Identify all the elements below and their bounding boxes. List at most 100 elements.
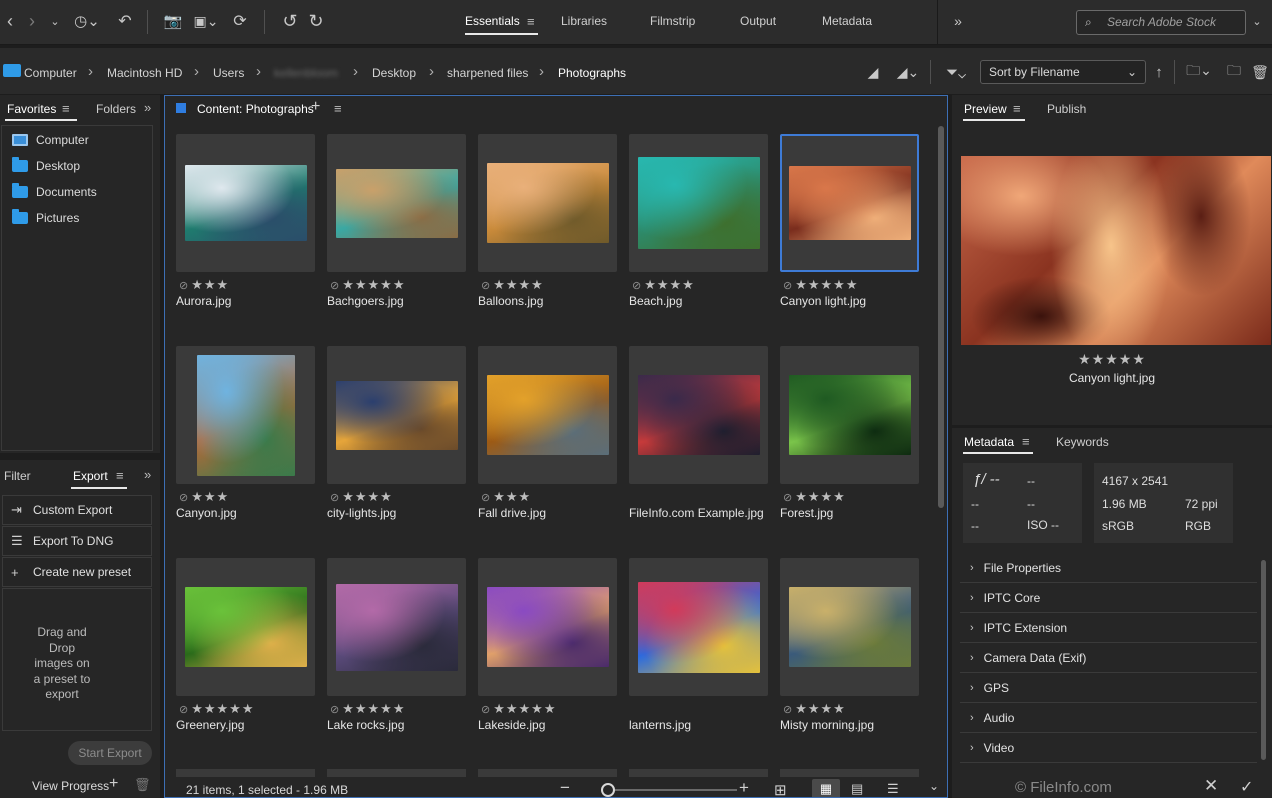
view-list-icon[interactable]: ☰ bbox=[887, 781, 899, 797]
thumbnail-image[interactable] bbox=[335, 168, 458, 238]
breadcrumb-computer[interactable]: Computer bbox=[24, 66, 77, 80]
thumbnail-image[interactable] bbox=[788, 587, 911, 667]
thumbnail-image[interactable] bbox=[637, 581, 760, 673]
thumbnail-image[interactable] bbox=[486, 587, 609, 667]
zoom-out-icon[interactable]: − bbox=[560, 778, 570, 797]
boomerang-icon[interactable]: ↶ bbox=[116, 10, 134, 32]
rating-stars[interactable]: ⊘ ★★★★★ bbox=[330, 277, 406, 293]
reject-icon[interactable]: ⊘ bbox=[783, 279, 793, 292]
tab-publish[interactable]: Publish bbox=[1047, 102, 1086, 116]
star-icons[interactable]: ★★★★ bbox=[795, 489, 846, 505]
reject-icon[interactable]: ⊘ bbox=[330, 491, 340, 504]
star-icons[interactable]: ★★★★★ bbox=[795, 277, 858, 293]
thumbnail-frame[interactable] bbox=[780, 558, 919, 696]
tab-filmstrip[interactable]: Filmstrip bbox=[650, 14, 695, 28]
star-icons[interactable]: ★★★★ bbox=[342, 489, 393, 505]
start-export-button[interactable]: Start Export bbox=[68, 741, 152, 765]
breadcrumb-macintosh-hd[interactable]: Macintosh HD bbox=[107, 66, 182, 80]
breadcrumb-sharpened-files[interactable]: sharpened files bbox=[447, 66, 528, 80]
thumbnail-image[interactable] bbox=[788, 375, 911, 455]
favorite-documents[interactable]: Documents bbox=[12, 182, 97, 202]
tab-output[interactable]: Output bbox=[740, 14, 776, 28]
export-drop-zone[interactable]: Drag and Drop images on a preset to expo… bbox=[2, 588, 152, 731]
sort-dropdown[interactable]: Sort by Filename ⌄ bbox=[980, 60, 1146, 84]
recent-history-icon[interactable]: ◷⌄ bbox=[70, 10, 104, 32]
metadata-section[interactable]: › Video bbox=[960, 733, 1257, 763]
panel-menu-icon[interactable]: ≡ bbox=[1022, 434, 1030, 449]
star-icons[interactable]: ★★★★★ bbox=[342, 701, 405, 717]
view-details-icon[interactable]: ▤ bbox=[851, 781, 863, 797]
thumbnail-image[interactable] bbox=[335, 380, 458, 450]
back-icon[interactable]: ‹ bbox=[2, 10, 18, 32]
metadata-section[interactable]: › GPS bbox=[960, 673, 1257, 703]
thumbnail-frame[interactable] bbox=[478, 134, 617, 272]
camera-download-icon[interactable]: 📷 bbox=[162, 10, 184, 32]
rating-stars[interactable]: ⊘ ★★★ bbox=[179, 277, 229, 293]
metadata-section[interactable]: › IPTC Extension bbox=[960, 613, 1257, 643]
trash-icon[interactable]: 🗑 bbox=[134, 777, 151, 793]
favorite-computer[interactable]: Computer bbox=[12, 130, 89, 150]
reject-icon[interactable]: ⊘ bbox=[179, 279, 189, 292]
rating-stars[interactable]: ⊘ ★★★ bbox=[481, 489, 531, 505]
thumbnail-frame[interactable] bbox=[176, 558, 315, 696]
reject-icon[interactable]: ⊘ bbox=[783, 491, 793, 504]
thumbnail-frame[interactable] bbox=[780, 346, 919, 484]
new-tab-icon[interactable]: + bbox=[311, 98, 320, 116]
open-recent-folder-icon[interactable]: 🗀⌄ bbox=[1182, 61, 1216, 83]
star-icons[interactable]: ★★★★★ bbox=[493, 701, 556, 717]
thumbnail-frame[interactable] bbox=[478, 558, 617, 696]
star-icons[interactable]: ★★★★ bbox=[644, 277, 695, 293]
panel-menu-icon[interactable]: ≡ bbox=[116, 468, 124, 483]
thumbnail-frame[interactable] bbox=[327, 134, 466, 272]
grid-lock-icon[interactable]: ⊞ bbox=[774, 781, 787, 797]
custom-export-item[interactable]: ⇥ Custom Export bbox=[2, 495, 152, 525]
collapse-panel-icon[interactable]: » bbox=[144, 467, 151, 482]
tab-keywords[interactable]: Keywords bbox=[1056, 435, 1109, 449]
create-preset-item[interactable]: + Create new preset bbox=[2, 557, 152, 587]
thumbnail-image[interactable] bbox=[788, 166, 911, 240]
metadata-scrollbar[interactable] bbox=[1261, 560, 1266, 760]
tab-libraries[interactable]: Libraries bbox=[561, 14, 607, 28]
thumbnail-frame[interactable] bbox=[176, 134, 315, 272]
forward-icon[interactable]: › bbox=[24, 10, 40, 32]
breadcrumb-users[interactable]: Users bbox=[213, 66, 244, 80]
reject-icon[interactable]: ⊘ bbox=[179, 491, 189, 504]
thumbnail-image[interactable] bbox=[184, 587, 307, 667]
thumbnail-image[interactable] bbox=[486, 163, 609, 243]
reject-icon[interactable]: ⊘ bbox=[481, 491, 491, 504]
thumbnail-quality-icon[interactable]: ◢⌄ bbox=[893, 61, 923, 83]
breadcrumb-desktop[interactable]: Desktop bbox=[372, 66, 416, 80]
thumbnail-frame[interactable] bbox=[327, 346, 466, 484]
metadata-section[interactable]: › Camera Data (Exif) bbox=[960, 643, 1257, 673]
thumbnail-frame[interactable] bbox=[629, 134, 768, 272]
star-icons[interactable]: ★★★★★ bbox=[191, 701, 254, 717]
view-progress-link[interactable]: View Progress bbox=[32, 779, 109, 793]
thumbnail-image[interactable] bbox=[196, 354, 295, 476]
view-options-chevron-icon[interactable]: ⌄ bbox=[929, 779, 939, 793]
chevron-down-icon[interactable]: ⌄ bbox=[48, 10, 62, 32]
breadcrumb-photographs[interactable]: Photographs bbox=[558, 66, 626, 80]
add-icon[interactable]: + bbox=[109, 775, 118, 793]
creative-cloud-sync-icon[interactable]: ⟳ bbox=[230, 10, 250, 32]
rating-stars[interactable]: ⊘ ★★★ bbox=[179, 489, 229, 505]
refine-icon[interactable]: ▣⌄ bbox=[190, 10, 222, 32]
star-icons[interactable]: ★★★★ bbox=[795, 701, 846, 717]
stock-search-input[interactable]: ⌕ Search Adobe Stock bbox=[1076, 10, 1246, 35]
rating-stars[interactable]: ⊘ ★★★★★ bbox=[783, 277, 859, 293]
rating-stars[interactable]: ⊘ ★★★★★ bbox=[179, 701, 255, 717]
rating-stars[interactable]: ⊘ ★★★★ bbox=[481, 277, 544, 293]
rating-stars[interactable]: ⊘ ★★★★★ bbox=[481, 701, 557, 717]
favorite-desktop[interactable]: Desktop bbox=[12, 156, 80, 176]
thumbnail-size-slider[interactable] bbox=[601, 789, 737, 791]
sort-ascending-icon[interactable]: ↑ bbox=[1152, 61, 1166, 83]
slider-handle[interactable] bbox=[601, 783, 615, 797]
star-icons[interactable]: ★★★★★ bbox=[342, 277, 405, 293]
thumbnail-image[interactable] bbox=[637, 157, 760, 249]
tab-filter[interactable]: Filter bbox=[4, 469, 31, 483]
star-icons[interactable]: ★★★ bbox=[493, 489, 531, 505]
more-workspaces-icon[interactable]: » bbox=[950, 10, 966, 32]
star-icons[interactable]: ★★★ bbox=[191, 489, 229, 505]
trash-icon[interactable]: 🗑 bbox=[1251, 61, 1269, 83]
export-to-dng-item[interactable]: ☰ Export To DNG bbox=[2, 526, 152, 556]
tab-essentials[interactable]: Essentials bbox=[465, 14, 520, 28]
